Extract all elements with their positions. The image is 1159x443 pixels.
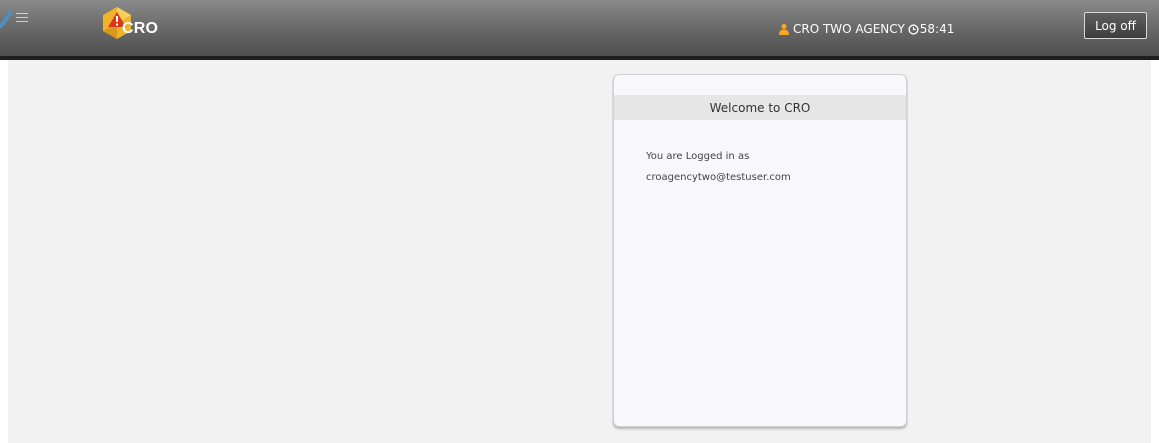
- user-session-info: CRO TWO AGENCY 58:41: [778, 21, 954, 37]
- user-email: croagencytwo@testuser.com: [646, 172, 791, 183]
- welcome-card-title: Welcome to CRO: [614, 95, 906, 120]
- main-content: [8, 60, 1151, 443]
- corner-accent: [0, 8, 12, 28]
- welcome-card: Welcome to CRO You are Logged in as croa…: [613, 74, 907, 427]
- log-off-button[interactable]: Log off: [1084, 12, 1147, 39]
- page: CRO CRO TWO AGENCY 58:41 Log off Welcome…: [0, 0, 1159, 443]
- cro-logo[interactable]: CRO: [100, 6, 170, 40]
- logged-in-label: You are Logged in as: [646, 151, 750, 162]
- user-icon: [779, 23, 789, 35]
- top-navbar: CRO CRO TWO AGENCY 58:41 Log off: [0, 0, 1159, 56]
- session-timer: 58:41: [919, 22, 955, 36]
- clock-icon: [908, 23, 919, 35]
- logo-text: CRO: [122, 20, 159, 37]
- user-name: CRO TWO AGENCY: [793, 22, 905, 36]
- hamburger-menu-icon[interactable]: [16, 12, 28, 24]
